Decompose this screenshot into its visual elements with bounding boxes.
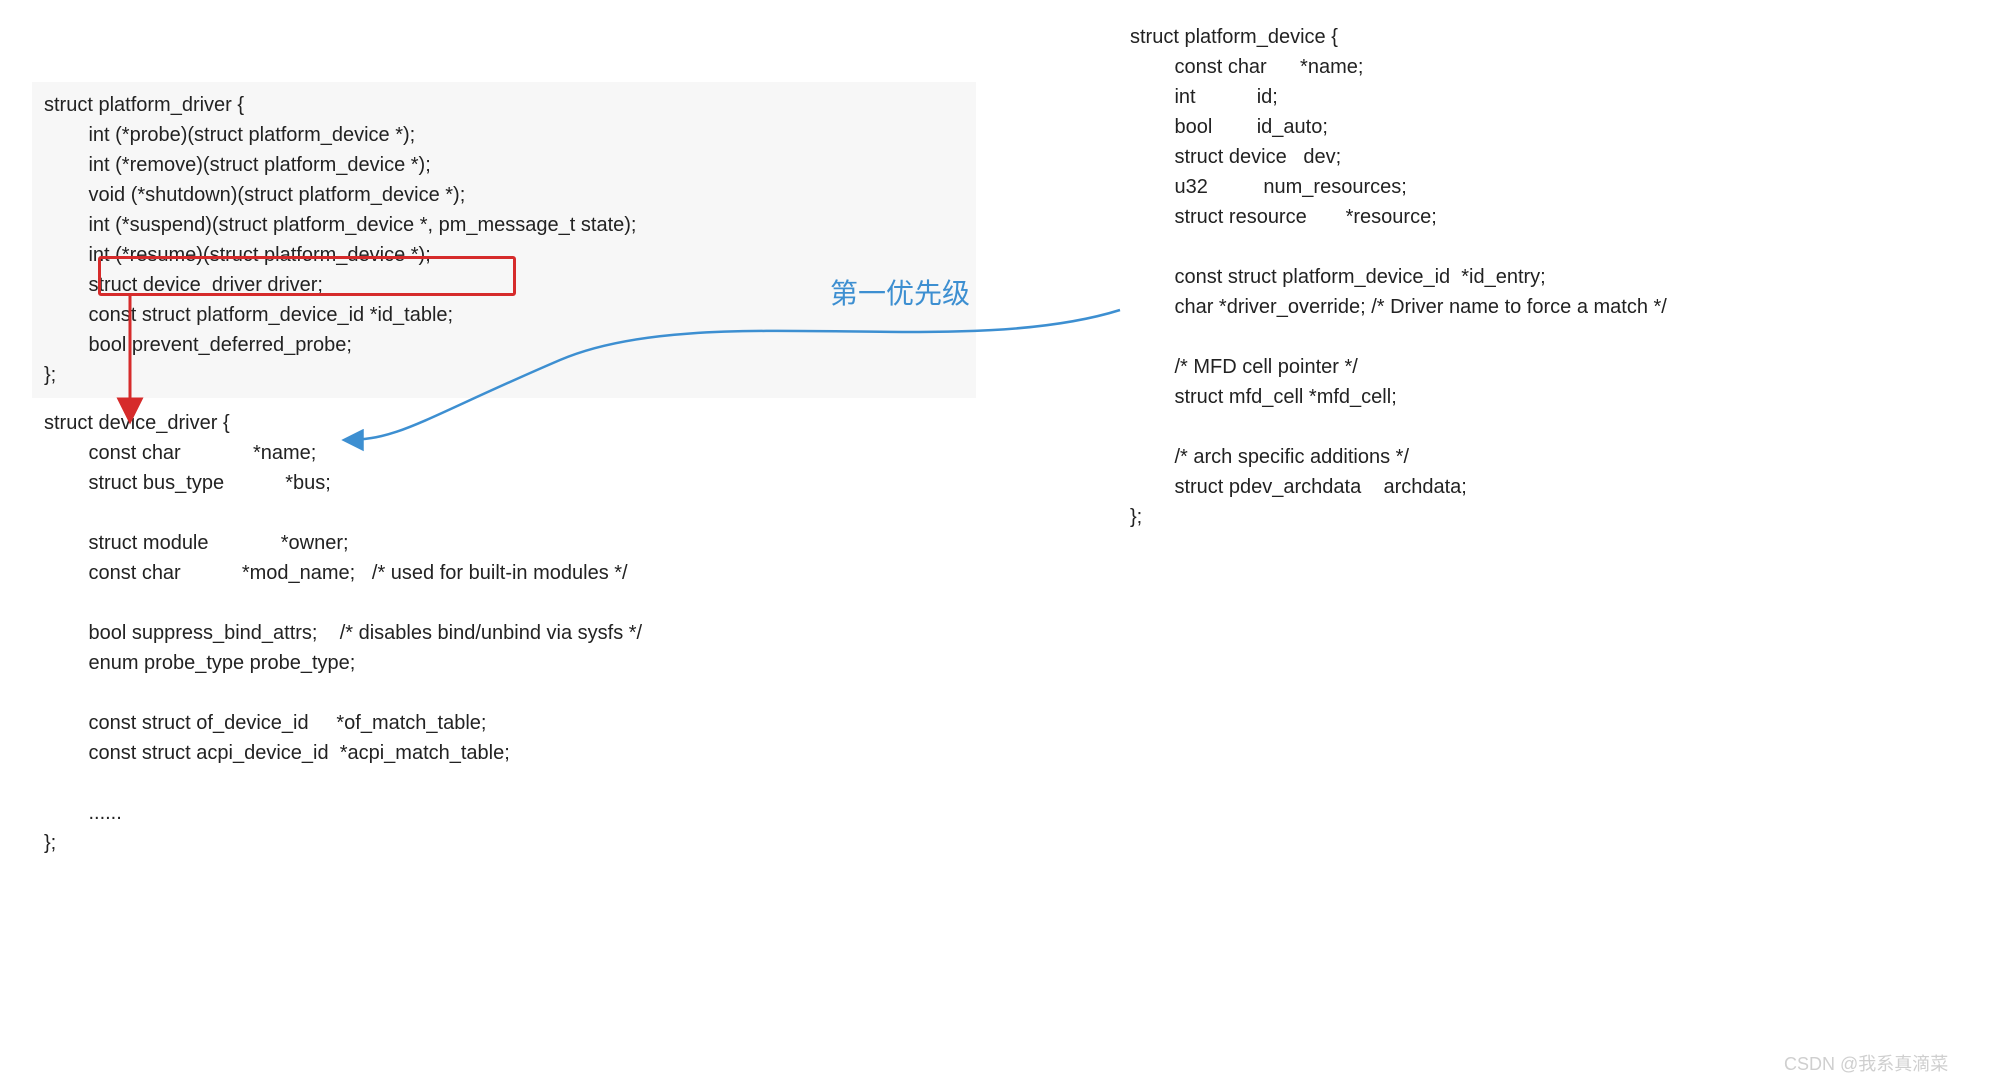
code-block-device-driver: struct device_driver { const char *name;… bbox=[32, 400, 976, 866]
annotation-priority-label: 第一优先级 bbox=[830, 272, 970, 312]
watermark-text: CSDN @我系真滴菜 bbox=[1784, 1050, 1948, 1076]
code-block-platform-driver: struct platform_driver { int (*probe)(st… bbox=[32, 82, 976, 398]
highlight-box-driver-member bbox=[98, 256, 516, 296]
code-block-platform-device: struct platform_device { const char *nam… bbox=[1118, 14, 2012, 540]
diagram-canvas: struct platform_driver { int (*probe)(st… bbox=[0, 0, 2016, 1082]
